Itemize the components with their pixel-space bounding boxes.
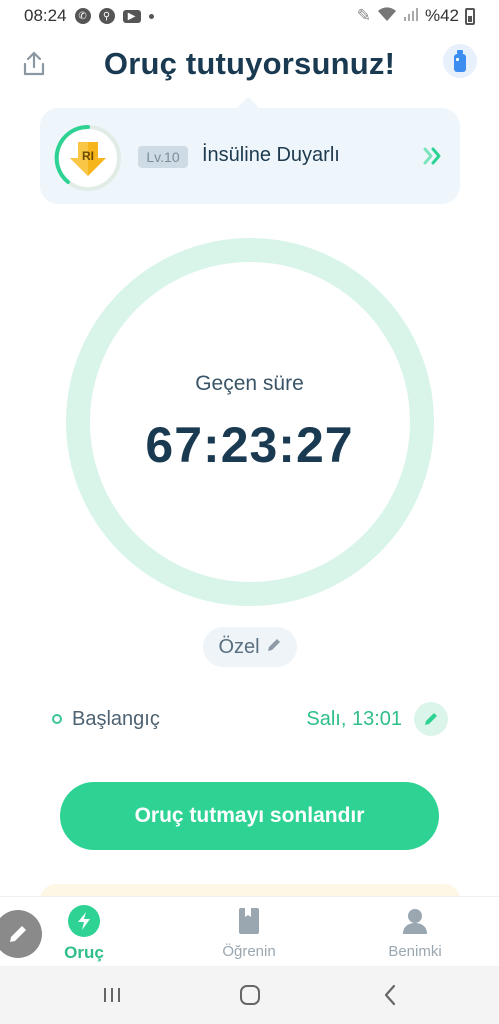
system-nav-bar	[0, 966, 499, 1024]
pencil-icon	[425, 713, 437, 725]
end-fast-button[interactable]: Oruç tutmayı sonlandır	[60, 782, 439, 850]
badge-text: RI	[82, 149, 94, 163]
elapsed-label: Geçen süre	[195, 372, 304, 395]
recent-apps-icon	[104, 988, 120, 1002]
pen-status-icon: ✎	[356, 6, 371, 25]
signal-icon	[403, 6, 419, 27]
water-bottle-icon	[454, 50, 466, 72]
fasting-plan-button[interactable]: Özel	[203, 627, 297, 667]
level-pill: Lv.10	[138, 146, 188, 168]
start-dot-icon	[52, 714, 62, 724]
pencil-icon	[266, 636, 282, 659]
bottom-nav: Oruç Öğrenin Benimki	[0, 896, 499, 966]
double-chevron-right-icon	[422, 144, 444, 168]
plan-label: Özel	[218, 635, 260, 658]
tab-learn[interactable]: Öğrenin	[189, 905, 309, 960]
start-label: Başlangıç	[72, 708, 160, 730]
pencil-icon	[10, 926, 26, 942]
more-notifications-icon	[148, 13, 154, 19]
battery-icon	[465, 7, 475, 25]
header: Oruç tutuyorsunuz!	[0, 38, 499, 94]
level-name: İnsüline Duyarlı	[202, 144, 340, 166]
elapsed-time: 67:23:27	[145, 417, 354, 473]
recent-apps-button[interactable]	[92, 980, 132, 1010]
start-value: Salı, 13:01	[306, 708, 402, 730]
water-bottle-button[interactable]	[443, 44, 477, 78]
level-badge: RI	[54, 124, 122, 192]
status-time: 08:24	[24, 6, 67, 25]
page-title: Oruç tutuyorsunuz!	[103, 46, 396, 81]
level-card[interactable]: RI Lv.10 İnsüline Duyarlı	[40, 108, 460, 204]
battery-percent: %42	[424, 6, 459, 25]
home-icon	[240, 985, 260, 1005]
back-button[interactable]	[370, 980, 410, 1010]
youtube-icon: ▶	[122, 9, 141, 23]
book-icon	[233, 905, 265, 937]
whatsapp-icon: ✆	[74, 8, 91, 24]
tab-label: Benimki	[388, 943, 442, 960]
tab-profile[interactable]: Benimki	[355, 905, 475, 960]
tab-fast[interactable]: Oruç	[24, 905, 144, 963]
status-bar: 08:24 ✆ ⚲ ▶ ✎ %42	[0, 0, 499, 32]
person-icon	[399, 905, 431, 937]
back-icon	[384, 984, 396, 1006]
notification-app-icon: ⚲	[98, 8, 115, 24]
tab-label: Öğrenin	[222, 943, 276, 960]
tab-label: Oruç	[64, 943, 104, 962]
edit-start-button[interactable]	[414, 702, 448, 736]
bolt-icon	[68, 905, 100, 937]
start-time-row: Başlangıç Salı, 13:01	[52, 702, 448, 738]
home-button[interactable]	[230, 980, 270, 1010]
wifi-icon	[377, 6, 397, 27]
